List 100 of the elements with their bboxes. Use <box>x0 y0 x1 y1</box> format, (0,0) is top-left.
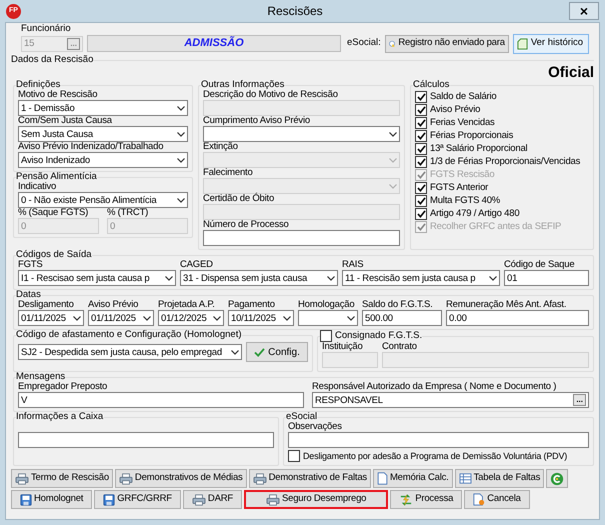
checkbox[interactable] <box>320 330 332 342</box>
document-icon <box>473 493 486 506</box>
toolbar-button[interactable]: Tabela de Faltas <box>454 469 544 488</box>
field-label: eSocial: <box>347 36 381 50</box>
checkbox-label: Consignado F.G.T.S. <box>335 331 422 341</box>
input-field[interactable] <box>203 230 400 246</box>
input-field[interactable]: RESPONSAVEL ... <box>312 392 589 408</box>
chevron-down-icon <box>213 316 221 320</box>
checkbox[interactable] <box>415 116 427 128</box>
group-title: Informações a Caixa <box>16 412 104 422</box>
field-label: Número de Processo <box>203 220 290 230</box>
toolbar-button[interactable]: Homolognet <box>11 490 92 509</box>
dropdown[interactable]: 10/11/2025 <box>228 310 294 326</box>
chevron-down-icon <box>389 132 397 136</box>
input-field[interactable]: 500.00 <box>362 310 442 326</box>
group-title: Mensagens <box>16 372 66 382</box>
field-label: % (Saque FGTS) <box>18 208 90 218</box>
checkbox[interactable] <box>415 156 427 168</box>
admission-banner: ADMISSÃO <box>87 35 341 52</box>
checkbox[interactable] <box>415 104 427 116</box>
field-label: Saldo do F.G.T.S. <box>362 300 434 310</box>
dropdown[interactable]: 01/11/2025 <box>18 310 84 326</box>
dropdown[interactable]: Sem Justa Causa <box>18 126 188 142</box>
ellipsis-button[interactable]: ... <box>573 394 586 406</box>
group-title: Outras Informações <box>201 80 284 90</box>
checkbox-label: Aviso Prévio <box>430 104 480 115</box>
checkbox-label: FGTS Anterior <box>430 182 488 193</box>
input-field[interactable]: 01 <box>504 270 589 286</box>
chevron-down-icon <box>389 158 397 162</box>
printer-icon <box>15 472 29 484</box>
esocial-status-button[interactable]: Registro não enviado para <box>384 34 509 52</box>
checkbox[interactable] <box>415 194 427 206</box>
field-label: Motivo de Rescisão <box>18 90 98 100</box>
field-label: Remuneração Mês Ant. Afast. <box>446 300 568 310</box>
config-button[interactable]: Config. <box>246 342 308 362</box>
input-field[interactable] <box>288 432 589 448</box>
field-label: Falecimento <box>203 168 254 178</box>
dropdown[interactable]: 31 - Dispensa sem justa causa <box>180 270 338 286</box>
checkbox[interactable] <box>415 182 427 194</box>
checkbox[interactable] <box>415 90 427 102</box>
field-label: Empregador Preposto <box>18 382 108 392</box>
chevron-down-icon <box>177 106 185 110</box>
dropdown[interactable]: Aviso Indenizado <box>18 152 188 168</box>
input-field[interactable]: 0.00 <box>446 310 589 326</box>
checkbox-label: 13ª Salário Proporcional <box>430 143 528 154</box>
field-label: Instituição <box>322 342 364 352</box>
field-label: Responsável Autorizado da Empresa ( Nome e Documento ) <box>312 382 558 392</box>
group-title: eSocial <box>286 412 318 422</box>
chevron-down-icon <box>489 276 497 280</box>
group-title: Códigos de Saída <box>16 250 92 260</box>
dropdown[interactable]: 1 - Demissão <box>18 100 188 116</box>
printer-icon <box>192 494 206 506</box>
toolbar-button[interactable]: Demonstrativos de Médias <box>114 469 247 488</box>
dropdown[interactable]: 0 - Não existe Pensão Alimentícia <box>18 192 188 208</box>
field-label: Extinção <box>203 142 239 152</box>
dropdown[interactable]: SJ2 - Despedida sem justa causa, pelo empregad <box>18 344 242 360</box>
toolbar-button[interactable]: Termo de Rescisão <box>11 469 113 488</box>
toolbar-button[interactable]: Demonstrativo de Faltas <box>248 469 371 488</box>
field-label: CAGED <box>180 260 214 270</box>
field-label: Homologação <box>298 300 356 310</box>
checkbox-label: Desligamento por adesão a Programa de Demissão Voluntária (PDV) <box>303 450 568 462</box>
printer-icon <box>252 472 267 484</box>
dropdown[interactable]: 11 - Rescisão sem justa causa p <box>342 270 500 286</box>
field-label: RAIS <box>342 260 364 270</box>
toolbar-button[interactable]: GRFC/GRRF <box>94 490 181 509</box>
checkbox[interactable] <box>415 208 427 220</box>
dropdown[interactable]: I1 - Rescisao sem justa causa p <box>18 270 176 286</box>
group-title: Definições <box>16 80 60 90</box>
field-label: Observações <box>288 422 343 432</box>
close-button[interactable]: × <box>569 2 599 20</box>
checkbox[interactable] <box>415 142 427 154</box>
group-title: Cálculos <box>413 80 450 90</box>
field-label: Código de Saque <box>504 260 576 270</box>
toolbar-button[interactable]: DARF <box>182 490 242 509</box>
history-button[interactable]: Ver histórico <box>512 34 589 54</box>
toolbar-button[interactable]: Seguro Desemprego <box>244 490 388 509</box>
field-label: Com/Sem Justa Causa <box>18 116 113 126</box>
group-title: Datas <box>16 290 41 300</box>
input-field[interactable]: V <box>18 392 304 408</box>
checkbox[interactable] <box>288 450 300 462</box>
group-title: Código de afastamento e Configuração (Homolognet) <box>16 330 242 340</box>
field-label: Cumprimento Aviso Prévio <box>203 116 311 126</box>
field-label: Funcionário <box>21 24 71 34</box>
input-field[interactable] <box>18 432 274 448</box>
icon-button[interactable] <box>546 469 568 488</box>
chevron-down-icon <box>347 316 355 320</box>
dropdown[interactable]: 01/12/2025 <box>158 310 224 326</box>
toolbar-button[interactable]: Processa <box>390 490 462 509</box>
chevron-down-icon <box>389 184 397 188</box>
dropdown[interactable]: 01/11/2025 <box>88 310 154 326</box>
checkbox-label: Ferias Vencidas <box>430 117 495 128</box>
toolbar-button[interactable]: Cancela <box>464 490 530 509</box>
dropdown[interactable] <box>298 310 358 326</box>
checkbox[interactable] <box>415 130 427 142</box>
chevron-down-icon <box>177 198 185 202</box>
field-label: Indicativo <box>18 182 58 192</box>
toolbar-button[interactable]: Memória Calc. <box>372 469 453 488</box>
field-label: Contrato <box>382 342 418 352</box>
dropdown[interactable] <box>203 126 400 142</box>
checkbox-label: Artigo 479 / Artigo 480 <box>430 208 520 219</box>
